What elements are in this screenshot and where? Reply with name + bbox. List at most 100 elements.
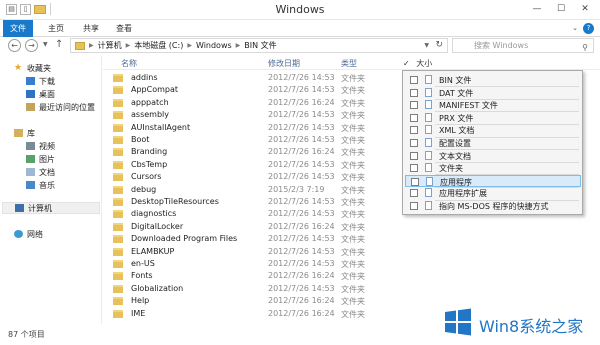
file-row[interactable]: Fonts 2012/7/26 16:24 文件夹 <box>103 270 403 282</box>
checkbox-icon[interactable] <box>410 202 418 210</box>
breadcrumb-drive[interactable]: 本地磁盘 (C:) <box>134 40 183 51</box>
file-row[interactable]: DesktopTileResources 2012/7/26 14:53 文件夹 <box>103 196 403 208</box>
checkbox-icon[interactable] <box>410 164 418 173</box>
file-date: 2012/7/26 14:53 <box>268 197 335 206</box>
file-row[interactable]: debug 2015/2/3 7:19 文件夹 <box>103 184 403 196</box>
nav-network[interactable]: 网络 <box>14 228 43 240</box>
file-row[interactable]: AUInstallAgent 2012/7/26 14:53 文件夹 <box>103 122 403 134</box>
minimize-button[interactable]: — <box>526 2 548 16</box>
address-bar[interactable]: ▶ 计算机 ▶ 本地磁盘 (C:) ▶ Windows ▶ BIN 文件 ▼ ↻ <box>70 38 448 53</box>
file-row[interactable]: assembly 2012/7/26 14:53 文件夹 <box>103 109 403 121</box>
nav-documents[interactable]: 文档 <box>26 166 55 178</box>
checkbox-icon[interactable] <box>410 126 418 135</box>
file-row[interactable]: IME 2012/7/26 16:24 文件夹 <box>103 308 403 320</box>
chevron-down-icon[interactable]: ▼ <box>424 42 429 49</box>
close-button[interactable]: ✕ <box>574 2 596 16</box>
help-icon[interactable]: ? <box>583 23 594 34</box>
file-row[interactable]: Help 2012/7/26 16:24 文件夹 <box>103 295 403 307</box>
menu-item[interactable]: BIN 文件 <box>405 74 581 86</box>
expand-ribbon-icon[interactable]: ⌄ <box>572 24 578 32</box>
menu-item[interactable]: 指向 MS-DOS 程序的快捷方式 <box>405 200 581 212</box>
menu-item[interactable]: 文本文档 <box>405 150 581 162</box>
forward-button[interactable]: → <box>25 39 38 52</box>
up-button[interactable]: ↑ <box>55 39 63 50</box>
chevron-right-icon[interactable]: ▶ <box>236 42 241 49</box>
nav-pictures[interactable]: 图片 <box>26 153 55 165</box>
recent-locations-icon[interactable]: ▼ <box>43 41 48 48</box>
chevron-right-icon[interactable]: ▶ <box>187 42 192 49</box>
nav-videos[interactable]: 视频 <box>26 140 55 152</box>
file-row[interactable]: CbsTemp 2012/7/26 14:53 文件夹 <box>103 159 403 171</box>
tab-share[interactable]: 共享 <box>75 20 107 37</box>
column-date-modified[interactable]: 修改日期 <box>268 58 300 69</box>
file-type: 文件夹 <box>341 260 365 269</box>
file-type: 文件夹 <box>341 123 365 133</box>
nav-desktop[interactable]: 桌面 <box>26 88 55 100</box>
breadcrumb-windows[interactable]: Windows <box>196 41 232 50</box>
file-row[interactable]: en-US 2012/7/26 14:53 文件夹 <box>103 258 403 270</box>
chevron-right-icon[interactable]: ▶ <box>89 42 94 49</box>
menu-item[interactable]: PRX 文件 <box>405 112 581 124</box>
breadcrumb-bin[interactable]: BIN 文件 <box>244 40 276 51</box>
file-row[interactable]: AppCompat 2012/7/26 14:53 文件夹 <box>103 84 403 96</box>
menu-item[interactable]: 应用程序扩展 <box>405 187 581 199</box>
menu-item[interactable]: 配置设置 <box>405 137 581 149</box>
file-row[interactable]: Boot 2012/7/26 14:53 文件夹 <box>103 134 403 146</box>
nav-recent[interactable]: 最近访问的位置 <box>26 101 95 113</box>
column-size[interactable]: ✓ 大小 <box>403 58 432 69</box>
nav-downloads[interactable]: 下载 <box>26 75 55 87</box>
file-row[interactable]: Downloaded Program Files 2012/7/26 14:53 文… <box>103 233 403 245</box>
breadcrumb-computer[interactable]: 计算机 <box>98 40 122 51</box>
checkbox-icon[interactable] <box>410 76 418 84</box>
tab-file[interactable]: 文件 <box>3 20 33 37</box>
nav-computer[interactable]: 计算机 <box>2 202 100 214</box>
file-row[interactable]: Cursors 2012/7/26 14:53 文件夹 <box>103 171 403 183</box>
checkbox-icon[interactable] <box>410 189 418 198</box>
menu-item[interactable]: 应用程序 <box>405 174 581 187</box>
menu-item[interactable]: MANIFEST 文件 <box>405 99 581 111</box>
nav-favorites[interactable]: ★ 收藏夹 <box>14 62 51 74</box>
tab-view[interactable]: 查看 <box>108 20 140 37</box>
file-type-icon <box>426 176 433 186</box>
menu-item[interactable]: XML 文档 <box>405 124 581 136</box>
menu-item-label: 配置设置 <box>439 139 471 148</box>
file-row[interactable]: addins 2012/7/26 14:53 文件夹 <box>103 72 403 84</box>
tab-home[interactable]: 主页 <box>40 20 72 37</box>
checkbox-icon[interactable] <box>410 88 418 97</box>
checkbox-icon[interactable] <box>411 177 419 186</box>
file-row[interactable]: Globalization 2012/7/26 14:53 文件夹 <box>103 283 403 295</box>
file-row[interactable]: ELAMBKUP 2012/7/26 14:53 文件夹 <box>103 246 403 258</box>
file-name: Cursors <box>131 172 162 182</box>
file-name: CbsTemp <box>131 159 168 169</box>
maximize-button[interactable]: ☐ <box>550 2 572 16</box>
menu-item-label: PRX 文件 <box>439 113 474 123</box>
column-name[interactable]: 名称 <box>121 58 137 69</box>
file-type-icon <box>425 75 432 84</box>
column-type[interactable]: 类型 <box>341 58 357 69</box>
file-row[interactable]: Branding 2012/7/26 16:24 文件夹 <box>103 146 403 158</box>
search-input[interactable]: 搜索 Windows ⚲ <box>452 38 594 53</box>
nav-libraries[interactable]: 库 <box>14 127 35 139</box>
file-name: ELAMBKUP <box>131 246 175 256</box>
file-type: 文件夹 <box>341 284 365 294</box>
window-controls: — ☐ ✕ <box>526 2 596 16</box>
file-row[interactable]: DigitalLocker 2012/7/26 16:24 文件夹 <box>103 221 403 233</box>
nav-label: 音乐 <box>39 180 55 190</box>
checkbox-icon[interactable] <box>410 101 418 110</box>
file-row[interactable]: apppatch 2012/7/26 16:24 文件夹 <box>103 97 403 109</box>
file-date: 2015/2/3 7:19 <box>268 184 325 194</box>
file-row[interactable]: diagnostics 2012/7/26 14:53 文件夹 <box>103 208 403 220</box>
search-icon[interactable]: ⚲ <box>582 41 588 54</box>
menu-item[interactable]: 文件夹 <box>405 162 581 174</box>
checkbox-icon[interactable] <box>410 151 418 160</box>
checkbox-icon[interactable] <box>410 139 418 147</box>
file-type: 文件夹 <box>341 235 365 245</box>
menu-item[interactable]: DAT 文件 <box>405 87 581 99</box>
chevron-right-icon[interactable]: ▶ <box>126 42 131 49</box>
nav-music[interactable]: 音乐 <box>26 179 55 191</box>
checkbox-icon[interactable] <box>410 113 418 122</box>
refresh-icon[interactable]: ↻ <box>435 40 443 50</box>
title-bar: ▤ ▯ Windows — ☐ ✕ <box>0 0 600 20</box>
file-type: 文件夹 <box>341 148 365 158</box>
back-button[interactable]: ← <box>8 39 21 52</box>
